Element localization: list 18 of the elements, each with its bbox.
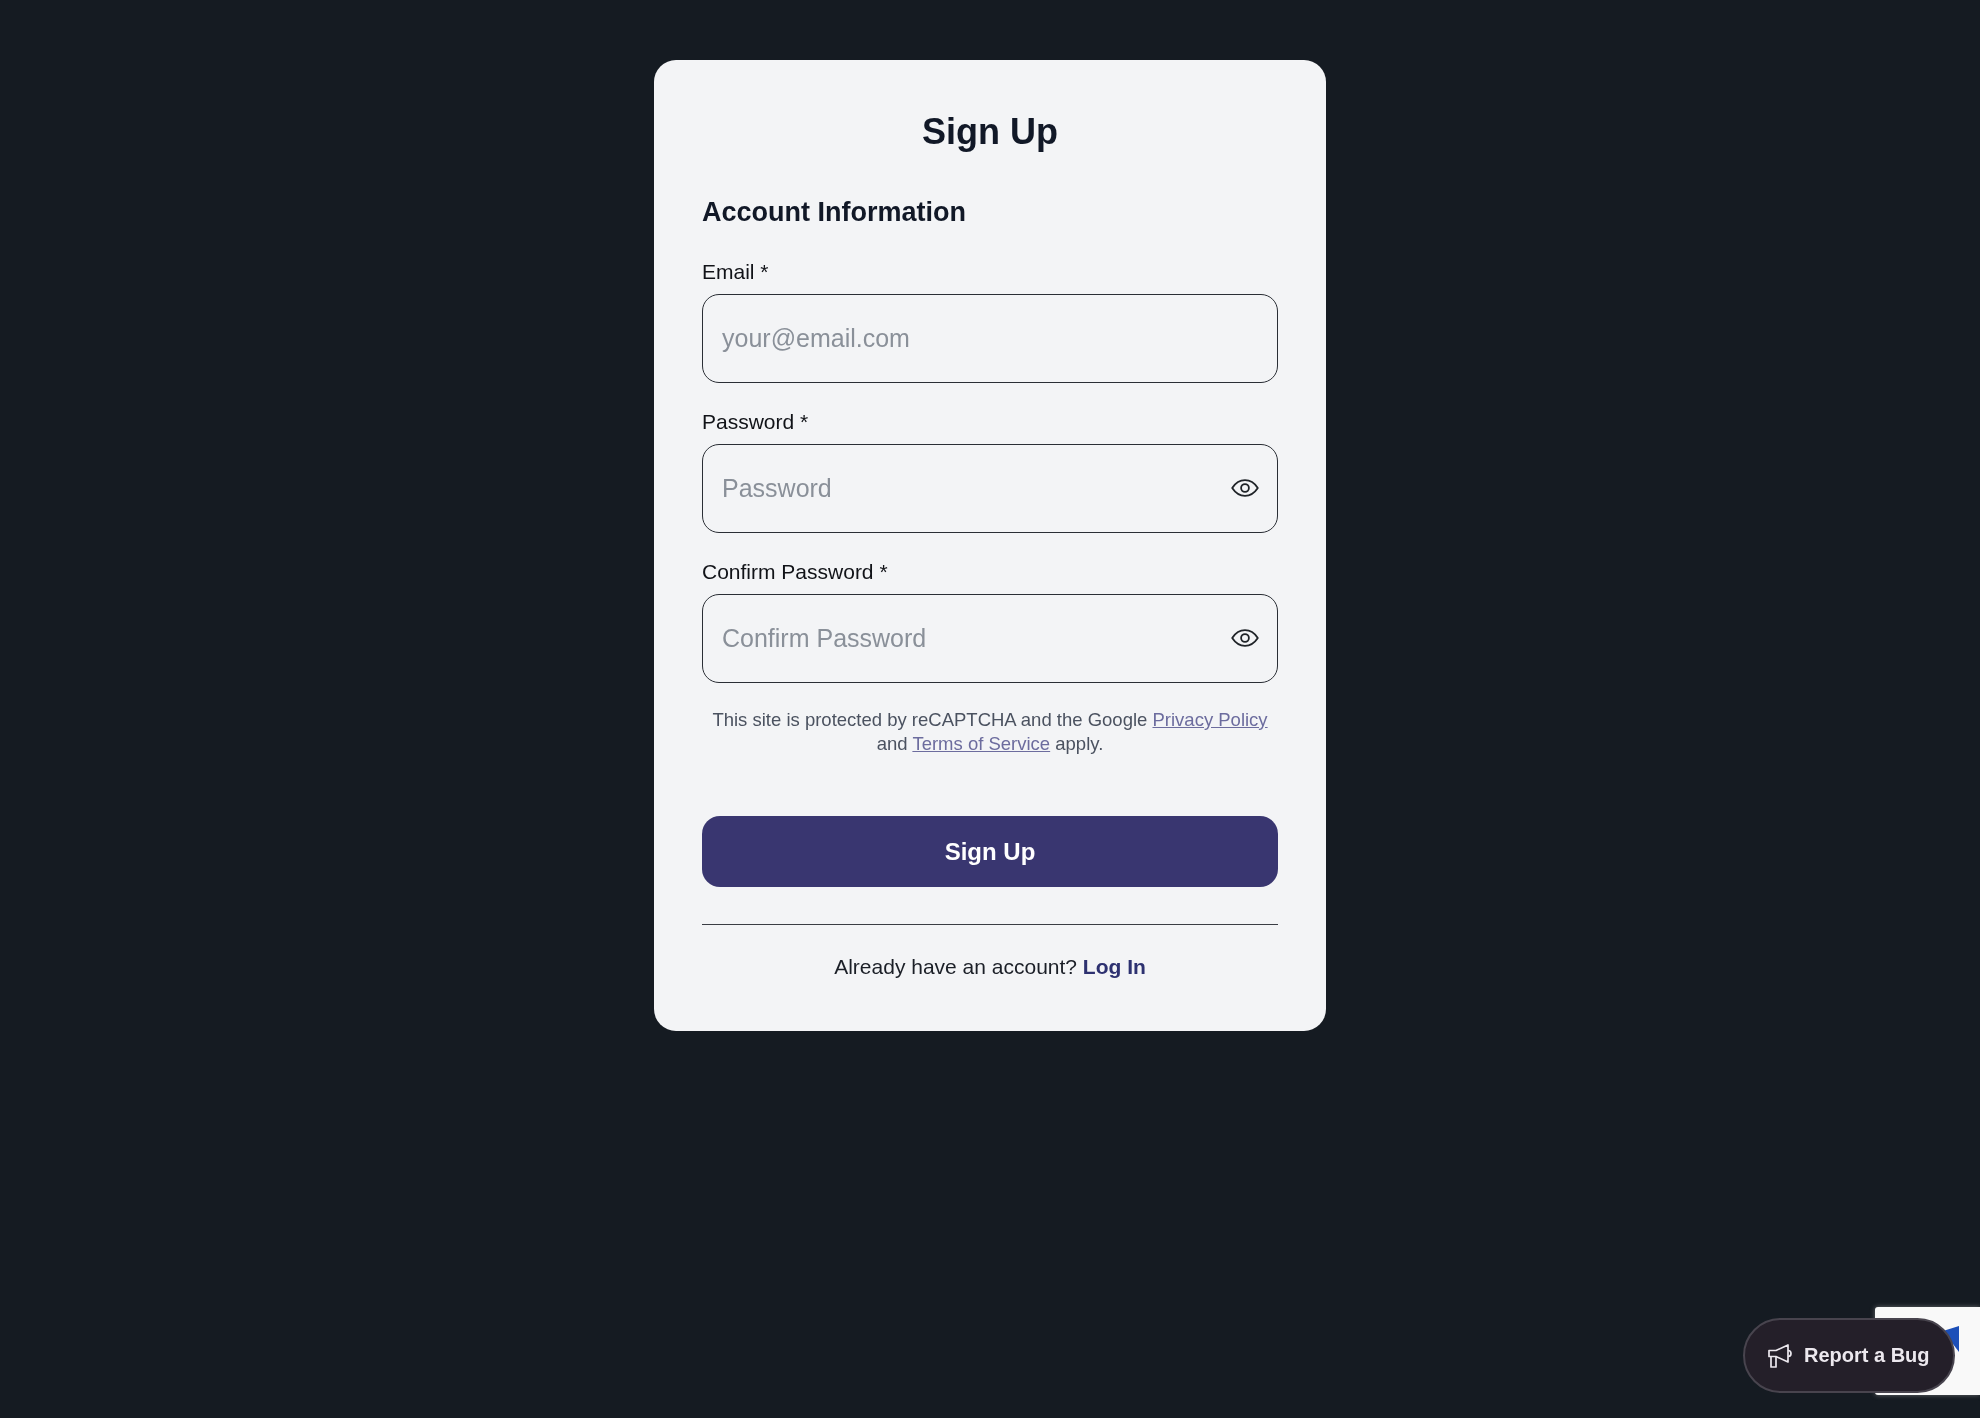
- eye-icon[interactable]: [1231, 479, 1259, 497]
- field-label: Password *: [702, 409, 810, 435]
- policy-link[interactable]: Privacy Policy: [1152, 709, 1268, 730]
- field-label: Confirm Password *: [702, 559, 889, 585]
- report-bug-button[interactable]: Report a Bug: [1743, 1318, 1955, 1393]
- policy-link[interactable]: Terms of Service: [912, 733, 1051, 754]
- input-field[interactable]: your@email.com: [702, 294, 1278, 383]
- section-heading: Account Information: [702, 196, 967, 228]
- eye-icon[interactable]: [1231, 629, 1259, 647]
- megaphone-icon: [1767, 1342, 1793, 1369]
- input-field[interactable]: Password: [702, 444, 1278, 533]
- login-prompt: Already have an account? Log In: [833, 954, 1147, 980]
- recaptcha-notice: This site is protected by reCAPTCHA and the Google Privacy Policy and Terms of Service apply.: [711, 708, 1269, 756]
- input-field[interactable]: Confirm Password: [702, 594, 1278, 683]
- login-link[interactable]: Log In: [1082, 955, 1146, 978]
- field-label: Email *: [702, 259, 770, 285]
- sign-up-button[interactable]: Sign Up: [702, 816, 1278, 887]
- form-title: Sign Up: [921, 110, 1059, 154]
